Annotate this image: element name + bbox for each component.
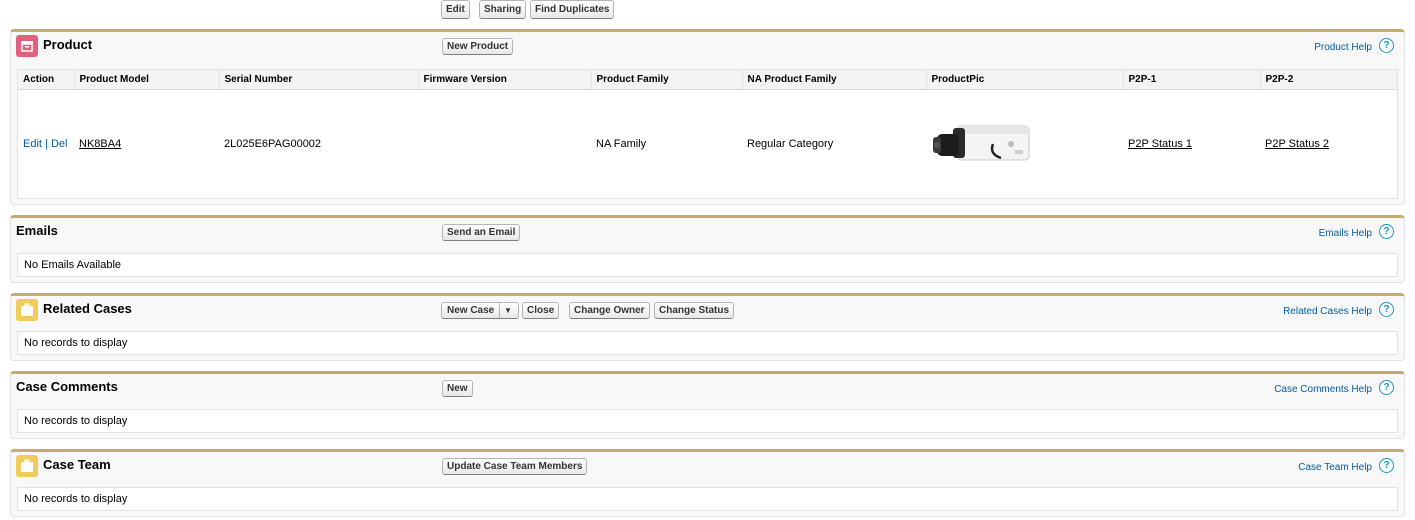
column-header: Product Model	[74, 70, 220, 90]
find-duplicates-button[interactable]: Find Duplicates	[530, 0, 615, 19]
product-title: Product	[43, 37, 93, 52]
empty-message: No records to display	[24, 493, 128, 505]
change-status-button[interactable]: Change Status	[654, 302, 735, 319]
column-header: Action	[18, 70, 75, 90]
related-cases-list: Related Cases New Case ▼ Close Change Ow…	[10, 293, 1405, 361]
product-table-header: Action Product Model Serial Number Firmw…	[18, 70, 1397, 90]
product-table-container: Action Product Model Serial Number Firmw…	[17, 69, 1398, 199]
na-product-family-cell: Regular Category	[747, 138, 834, 150]
product-box-icon	[16, 35, 38, 57]
close-case-button[interactable]: Close	[522, 302, 560, 319]
case-comments-body: No records to display	[17, 409, 1398, 433]
case-team-body: No records to display	[17, 487, 1398, 511]
case-comments-list: Case Comments New Case Comments Help ? N…	[10, 371, 1405, 439]
camera-image	[933, 125, 1030, 161]
briefcase-icon	[16, 299, 38, 321]
related-cases-help-link[interactable]: Related Cases Help	[1283, 306, 1372, 317]
emails-related-list: Emails Send an Email Emails Help ? No Em…	[10, 215, 1405, 283]
column-header: Firmware Version	[418, 70, 592, 90]
related-cases-body: No records to display	[17, 331, 1398, 355]
column-header: P2P-2	[1260, 70, 1397, 90]
empty-message: No records to display	[24, 337, 128, 349]
product-model-link[interactable]: NK8BA4	[79, 138, 121, 150]
send-email-button[interactable]: Send an Email	[442, 224, 521, 241]
new-comment-button[interactable]: New	[442, 380, 473, 397]
chevron-down-icon[interactable]: ▼	[504, 303, 512, 318]
action-cell: Edit | Del	[18, 90, 74, 199]
emails-header: Emails Send an Email Emails Help ?	[11, 218, 1404, 248]
column-header: NA Product Family	[742, 70, 927, 90]
sharing-button[interactable]: Sharing	[479, 0, 527, 19]
help-icon[interactable]: ?	[1379, 302, 1394, 317]
emails-title: Emails	[16, 223, 58, 238]
product-related-list: Product New Product Product Help ? Actio…	[10, 29, 1405, 205]
update-case-team-button[interactable]: Update Case Team Members	[442, 458, 588, 475]
product-family-cell: NA Family	[596, 138, 647, 150]
p2p2-cell: P2P Status 2	[1260, 90, 1397, 199]
change-owner-button[interactable]: Change Owner	[569, 302, 650, 319]
edit-link[interactable]: Edit	[23, 138, 42, 150]
new-product-button[interactable]: New Product	[442, 38, 514, 55]
delete-link[interactable]: Del	[51, 138, 68, 150]
serial-number-cell: 2L025E6PAG00002	[224, 138, 322, 150]
new-case-label: New Case	[447, 305, 495, 316]
help-icon[interactable]: ?	[1379, 38, 1394, 53]
related-cases-header: Related Cases New Case ▼ Close Change Ow…	[11, 296, 1404, 326]
empty-message: No Emails Available	[24, 259, 122, 271]
new-case-dropdown-button[interactable]: New Case ▼	[441, 302, 519, 319]
p2p1-cell: P2P Status 1	[1123, 90, 1260, 199]
product-model-cell: NK8BA4	[74, 90, 219, 199]
case-comments-help-link[interactable]: Case Comments Help	[1274, 384, 1372, 395]
emails-body: No Emails Available	[17, 253, 1398, 277]
column-header: ProductPic	[926, 70, 1124, 90]
help-icon[interactable]: ?	[1379, 224, 1394, 239]
column-header: Serial Number	[219, 70, 419, 90]
p2p-status-1-link[interactable]: P2P Status 1	[1128, 138, 1192, 150]
case-team-header: Case Team Update Case Team Members Case …	[11, 452, 1404, 482]
case-team-list: Case Team Update Case Team Members Case …	[10, 449, 1405, 517]
related-cases-title: Related Cases	[43, 301, 132, 316]
help-icon[interactable]: ?	[1379, 458, 1394, 473]
product-header: Product New Product Product Help ?	[11, 32, 1404, 62]
product-help-link[interactable]: Product Help	[1314, 42, 1372, 53]
product-table: Action Product Model Serial Number Firmw…	[18, 70, 1397, 198]
case-team-help-link[interactable]: Case Team Help	[1298, 462, 1372, 473]
briefcase-icon	[16, 455, 38, 477]
p2p-status-2-link[interactable]: P2P Status 2	[1265, 138, 1329, 150]
case-team-title: Case Team	[43, 457, 111, 472]
column-header: Product Family	[591, 70, 743, 90]
case-comments-header: Case Comments New Case Comments Help ?	[11, 374, 1404, 404]
case-comments-title: Case Comments	[16, 379, 118, 394]
action-separator: |	[45, 138, 48, 150]
table-row: Edit | Del NK8BA4 2L025E6PAG00002 NA Fam…	[18, 90, 1397, 199]
emails-help-link[interactable]: Emails Help	[1319, 228, 1372, 239]
firmware-version-cell	[418, 90, 591, 199]
help-icon[interactable]: ?	[1379, 380, 1394, 395]
empty-message: No records to display	[24, 415, 128, 427]
edit-button[interactable]: Edit	[441, 0, 470, 19]
product-pic-cell	[926, 90, 1123, 199]
column-header: P2P-1	[1123, 70, 1261, 90]
